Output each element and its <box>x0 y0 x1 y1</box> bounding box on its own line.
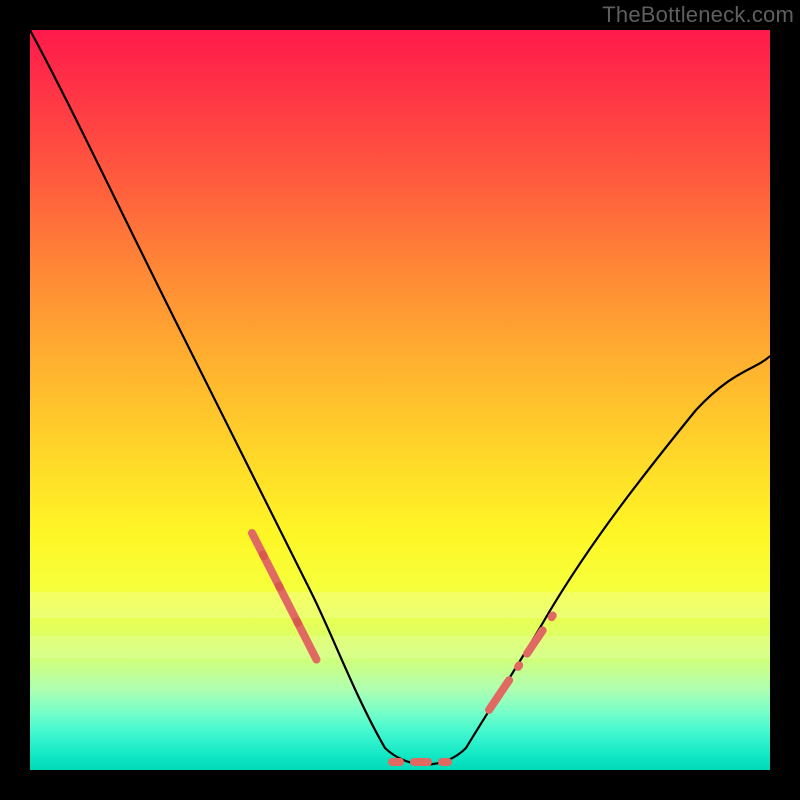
marker-group-left <box>247 528 322 665</box>
marker-dash <box>521 625 548 659</box>
marker-dash <box>247 528 322 665</box>
marker-group-bottom <box>388 758 452 766</box>
plot-area <box>30 30 770 770</box>
bottleneck-curve <box>30 30 770 765</box>
marker-dash <box>483 675 514 716</box>
marker-dot <box>388 758 404 766</box>
marker-dash <box>410 758 432 766</box>
curve-layer <box>30 30 770 770</box>
marker-dot <box>438 758 452 766</box>
watermark-text: TheBottleneck.com <box>602 2 794 28</box>
marker-dot <box>546 610 558 623</box>
marker-group-right <box>483 610 558 716</box>
